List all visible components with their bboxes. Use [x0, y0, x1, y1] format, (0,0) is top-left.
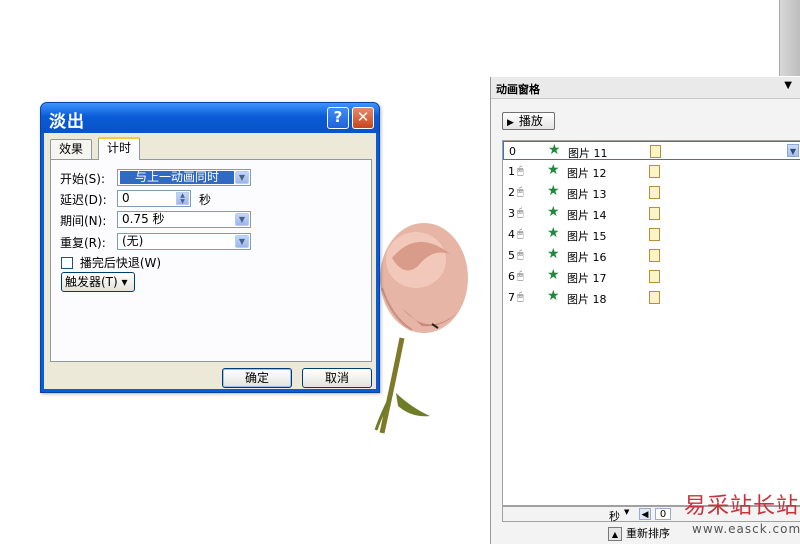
item-label: 图片 17	[567, 272, 607, 285]
timing-bar[interactable]	[650, 145, 661, 158]
rewind-checkbox[interactable]	[61, 256, 73, 269]
slide-edge	[779, 0, 800, 76]
star-effect-icon: ★	[547, 183, 560, 199]
seconds-dropdown-icon[interactable]: ▼	[624, 508, 629, 516]
timing-bar[interactable]	[649, 249, 660, 262]
star-effect-icon: ★	[547, 225, 560, 241]
item-label: 图片 12	[567, 167, 607, 180]
item-order: 6	[508, 270, 515, 283]
list-item[interactable]: 3 🖱 ★ 图片 14	[503, 204, 800, 224]
star-effect-icon: ★	[547, 204, 560, 220]
timing-bar[interactable]	[649, 186, 660, 199]
item-label: 图片 15	[567, 230, 607, 243]
mouse-click-icon: 🖱	[517, 164, 524, 177]
tab-timing[interactable]: 计时	[98, 137, 141, 160]
item-order: 7	[508, 291, 515, 304]
mouse-click-icon: 🖱	[517, 290, 524, 303]
trigger-button[interactable]: 触发器(T) ▾	[61, 272, 135, 292]
timing-bar[interactable]	[649, 165, 660, 178]
repeat-select[interactable]: (无) ▼	[117, 233, 251, 250]
pane-title: 动画窗格	[496, 83, 540, 96]
list-item[interactable]: 6 🖱 ★ 图片 17	[503, 267, 800, 287]
ok-button[interactable]: 确定	[222, 368, 292, 388]
start-select[interactable]: 与上一动画同时 ▼	[117, 169, 251, 186]
timing-bar[interactable]	[649, 228, 660, 241]
mouse-click-icon: 🖱	[517, 227, 524, 240]
delay-input[interactable]: 0 ▲ ▼	[117, 190, 191, 207]
play-label: 播放	[518, 114, 543, 128]
item-label: 图片 11	[568, 147, 608, 160]
list-item[interactable]: 0 ★ 图片 11 ▼	[503, 141, 800, 160]
mouse-click-icon: 🖱	[517, 206, 524, 219]
duration-select[interactable]: 0.75 秒 ▼	[117, 211, 251, 228]
start-label: 开始(S):	[60, 172, 106, 186]
delay-label: 延迟(D):	[60, 193, 107, 207]
item-order: 1	[508, 165, 515, 178]
pane-menu-icon[interactable]: ▼	[784, 80, 792, 91]
chevron-down-icon[interactable]: ▼	[235, 235, 249, 248]
dialog-body: 效果 计时 开始(S): 与上一动画同时 ▼ 延迟(D): 0 ▲ ▼ 秒 期间(…	[44, 133, 376, 389]
chevron-down-icon[interactable]: ▼	[787, 144, 799, 157]
list-item[interactable]: 5 🖱 ★ 图片 16	[503, 246, 800, 266]
timing-bar[interactable]	[649, 270, 660, 283]
animation-pane: 动画窗格 ▼ ▶ 播放 0 ★ 图片 11 ▼ 1 🖱 ★ 图片 12 2 🖱 ★…	[490, 77, 800, 544]
rewind-label: 播完后快退(W)	[79, 256, 162, 270]
repeat-label: 重复(R):	[60, 236, 106, 250]
timing-bar[interactable]	[649, 207, 660, 220]
list-item[interactable]: 1 🖱 ★ 图片 12	[503, 162, 800, 182]
mouse-click-icon: 🖱	[517, 185, 524, 198]
item-order: 4	[508, 228, 515, 241]
duration-value: 0.75 秒	[122, 212, 165, 226]
list-item[interactable]: 7 🖱 ★ 图片 18	[503, 288, 800, 308]
star-effect-icon: ★	[547, 162, 560, 178]
pane-header: 动画窗格 ▼	[491, 77, 800, 99]
star-effect-icon: ★	[547, 267, 560, 283]
reorder-label: 重新排序	[626, 527, 670, 540]
timing-bar[interactable]	[649, 291, 660, 304]
watermark-url: www.easck.com	[692, 522, 800, 536]
star-effect-icon: ★	[547, 288, 560, 304]
play-button[interactable]: ▶ 播放	[502, 112, 555, 130]
mouse-click-icon: 🖱	[517, 248, 524, 261]
item-label: 图片 13	[567, 188, 607, 201]
item-order: 2	[508, 186, 515, 199]
fade-effect-dialog: 淡出 ? ✕ 效果 计时 开始(S): 与上一动画同时 ▼ 延迟(D): 0 ▲…	[40, 102, 380, 393]
seconds-label: 秒	[609, 510, 620, 523]
start-value: 与上一动画同时	[120, 171, 234, 184]
list-item[interactable]: 2 🖱 ★ 图片 13	[503, 183, 800, 203]
item-label: 图片 18	[567, 293, 607, 306]
rose-image	[374, 223, 468, 434]
star-effect-icon: ★	[548, 142, 561, 158]
reorder-control[interactable]: ▲ 重新排序	[608, 525, 670, 541]
watermark-logo: 易采站长站	[684, 494, 800, 519]
timing-panel: 开始(S): 与上一动画同时 ▼ 延迟(D): 0 ▲ ▼ 秒 期间(N): 0.…	[50, 159, 372, 362]
item-order: 3	[508, 207, 515, 220]
animation-list: 0 ★ 图片 11 ▼ 1 🖱 ★ 图片 12 2 🖱 ★ 图片 13 3 🖱 …	[502, 140, 800, 506]
help-icon[interactable]: ?	[327, 107, 349, 129]
zoom-value: 0	[655, 508, 671, 520]
item-label: 图片 14	[567, 209, 607, 222]
zoom-out-icon[interactable]: ◀	[639, 508, 651, 520]
list-item[interactable]: 4 🖱 ★ 图片 15	[503, 225, 800, 245]
chevron-down-icon[interactable]: ▼	[235, 213, 249, 226]
duration-label: 期间(N):	[60, 214, 107, 228]
item-label: 图片 16	[567, 251, 607, 264]
cancel-button[interactable]: 取消	[302, 368, 372, 388]
play-icon: ▶	[507, 118, 514, 128]
item-order: 0	[509, 145, 516, 158]
chevron-down-icon[interactable]: ▼	[235, 171, 249, 184]
delay-unit: 秒	[199, 193, 212, 207]
close-icon[interactable]: ✕	[352, 107, 374, 129]
tab-effect[interactable]: 效果	[50, 139, 93, 159]
spinner-icon[interactable]: ▲ ▼	[176, 192, 189, 205]
dialog-title: 淡出	[49, 112, 85, 132]
item-order: 5	[508, 249, 515, 262]
star-effect-icon: ★	[547, 246, 560, 262]
dialog-title-bar[interactable]: 淡出 ? ✕	[41, 103, 379, 133]
repeat-value: (无)	[122, 234, 144, 248]
move-up-icon[interactable]: ▲	[608, 527, 622, 541]
mouse-click-icon: 🖱	[517, 269, 524, 282]
rewind-option[interactable]: 播完后快退(W)	[61, 254, 161, 271]
delay-value: 0	[122, 191, 130, 205]
